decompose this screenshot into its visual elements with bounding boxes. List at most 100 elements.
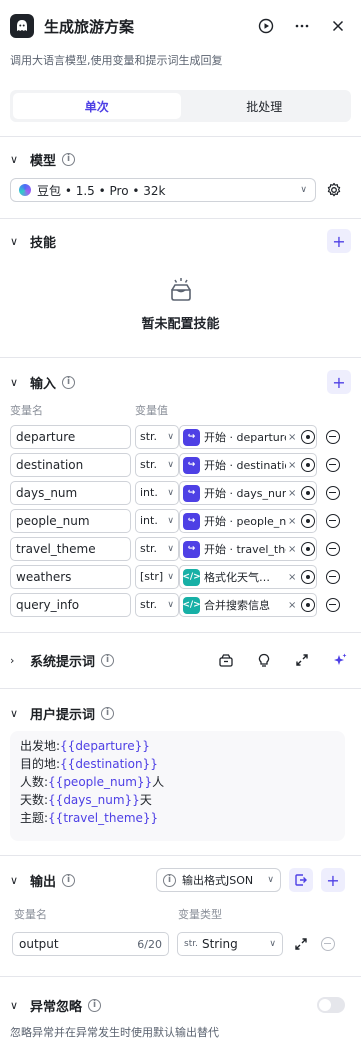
clear-icon[interactable]: × (288, 488, 296, 499)
ai-generate-icon[interactable] (331, 651, 349, 669)
info-icon[interactable]: i (62, 375, 76, 389)
add-skill-button[interactable]: + (327, 229, 351, 253)
clear-icon[interactable]: × (288, 572, 296, 583)
prompt-variable: {{people_num}} (48, 775, 153, 789)
add-output-button[interactable]: + (321, 868, 345, 892)
remove-input-icon[interactable] (326, 542, 340, 556)
input-variable-value[interactable]: ↪ 开始 · people_num× (179, 509, 317, 533)
info-icon[interactable]: i (101, 706, 115, 720)
divider (0, 357, 361, 358)
node-title[interactable]: 生成旅游方案 (44, 16, 243, 37)
input-variable-name[interactable]: query_info (10, 593, 131, 617)
input-variable-value[interactable]: ↪ 开始 · days_num × (179, 481, 317, 505)
model-section-title: 模型 (30, 153, 57, 169)
ignore-section-header[interactable]: ∨ 异常忽略 i (10, 993, 351, 1017)
input-variable-type: str. (140, 458, 158, 471)
variable-picker-icon[interactable] (301, 598, 316, 612)
model-settings-icon[interactable] (326, 182, 342, 198)
import-output-button[interactable] (289, 868, 313, 892)
input-variable-value[interactable]: </> 合并搜索信息 × (179, 593, 317, 617)
prompt-line-suffix: 天 (139, 793, 152, 807)
user-prompt-editor[interactable]: 出发地:{{departure}} 目的地:{{destination}} 人数:{… (10, 731, 345, 841)
remove-input-icon[interactable] (326, 570, 340, 584)
chevron-down-icon[interactable]: ∨ (10, 874, 24, 887)
chevron-down-icon[interactable]: ∨ (10, 376, 24, 389)
clear-icon[interactable]: × (288, 600, 296, 611)
info-icon: i (163, 873, 176, 887)
input-variable-name[interactable]: departure (10, 425, 131, 449)
input-variable-name[interactable]: travel_theme (10, 537, 131, 561)
node-description[interactable]: 调用大语言模型,使用变量和提示词生成回复 (0, 52, 361, 70)
variable-picker-icon[interactable] (301, 486, 316, 500)
model-select[interactable]: 豆包 • 1.5 • Pro • 32k ∨ (10, 178, 316, 202)
input-variable-type-select[interactable]: str. ∨ (135, 453, 179, 477)
input-variable-name[interactable]: people_num (10, 509, 131, 533)
variable-picker-icon[interactable] (301, 458, 316, 472)
chevron-right-icon[interactable]: › (10, 654, 24, 667)
prompt-line: 天数:{{days_num}}天 (20, 791, 335, 809)
output-col-type-label: 变量类型 (178, 908, 222, 921)
chevron-down-icon[interactable]: ∨ (10, 153, 24, 166)
lightbulb-icon[interactable] (255, 651, 273, 669)
chevron-down-icon: ∨ (167, 544, 174, 554)
output-format-select[interactable]: i 输出格式JSON ∨ (156, 868, 281, 892)
input-variable-value[interactable]: ↪ 开始 · travel_theme× (179, 537, 317, 561)
run-icon[interactable] (253, 13, 279, 39)
expand-icon[interactable] (293, 651, 311, 669)
input-variable-type-select[interactable]: int. ∨ (135, 481, 179, 505)
input-variable-value[interactable]: </> 格式化天气… × (179, 565, 317, 589)
info-icon[interactable]: i (88, 998, 102, 1012)
remove-output-icon[interactable] (321, 937, 335, 951)
remove-input-icon[interactable] (326, 598, 340, 612)
input-variable-type-select[interactable]: int. ∨ (135, 509, 179, 533)
tab-single[interactable]: 单次 (13, 93, 181, 119)
remove-input-icon[interactable] (326, 430, 340, 444)
variable-picker-icon[interactable] (301, 570, 316, 584)
output-name-field[interactable]: output 6/20 (12, 932, 169, 956)
remove-input-icon[interactable] (326, 514, 340, 528)
clear-icon[interactable]: × (288, 460, 296, 471)
input-variable-type-select[interactable]: str. ∨ (135, 425, 179, 449)
variable-picker-icon[interactable] (301, 430, 316, 444)
more-icon[interactable] (289, 13, 315, 39)
clear-icon[interactable]: × (288, 544, 296, 555)
add-input-button[interactable]: + (327, 370, 351, 394)
input-variable-type-select[interactable]: [str] ∨ (135, 565, 179, 589)
input-variable-value[interactable]: ↪ 开始 · destination× (179, 453, 317, 477)
input-variable-name[interactable]: destination (10, 453, 131, 477)
input-variable-value[interactable]: ↪ 开始 · departure × (179, 425, 317, 449)
clear-icon[interactable]: × (288, 516, 296, 527)
chevron-down-icon[interactable]: ∨ (10, 235, 24, 248)
clear-icon[interactable]: × (288, 432, 296, 443)
variable-picker-icon[interactable] (301, 514, 316, 528)
input-section-header[interactable]: ∨ 输入 i + (10, 370, 351, 394)
skills-empty-state: 暂未配置技能 (0, 276, 361, 332)
user-prompt-section-header[interactable]: ∨ 用户提示词 i (10, 701, 351, 725)
info-icon[interactable]: i (101, 653, 115, 667)
input-variable-type-select[interactable]: str. ∨ (135, 593, 179, 617)
output-type-value: String (201, 937, 238, 951)
code-node-icon: </> (182, 568, 201, 586)
prompt-library-icon[interactable] (217, 651, 235, 669)
chevron-down-icon[interactable]: ∨ (10, 707, 24, 720)
input-variable-type-select[interactable]: str. ∨ (135, 537, 179, 561)
variable-picker-icon[interactable] (301, 542, 316, 556)
remove-input-icon[interactable] (326, 486, 340, 500)
system-prompt-section-header[interactable]: › 系统提示词 i (10, 648, 351, 672)
close-icon[interactable] (325, 13, 351, 39)
output-section-header[interactable]: ∨ 输出 i (10, 868, 150, 892)
chevron-down-icon[interactable]: ∨ (10, 999, 24, 1012)
model-section-header[interactable]: ∨ 模型 i (10, 147, 351, 171)
skills-section-header[interactable]: ∨ 技能 + (10, 229, 351, 253)
remove-input-icon[interactable] (326, 458, 340, 472)
info-icon[interactable]: i (62, 873, 76, 887)
output-type-select[interactable]: str. String ∨ (177, 932, 283, 956)
expand-output-icon[interactable] (294, 937, 308, 951)
ignore-exception-toggle[interactable] (317, 997, 345, 1013)
tab-batch[interactable]: 批处理 (181, 93, 349, 119)
info-icon[interactable]: i (62, 152, 76, 166)
input-variable-name[interactable]: days_num (10, 481, 131, 505)
input-variable-name[interactable]: weathers (10, 565, 131, 589)
output-name-value: output (19, 937, 59, 951)
input-variable-row: weathers [str] ∨ </> 格式化天气… × (10, 565, 351, 589)
